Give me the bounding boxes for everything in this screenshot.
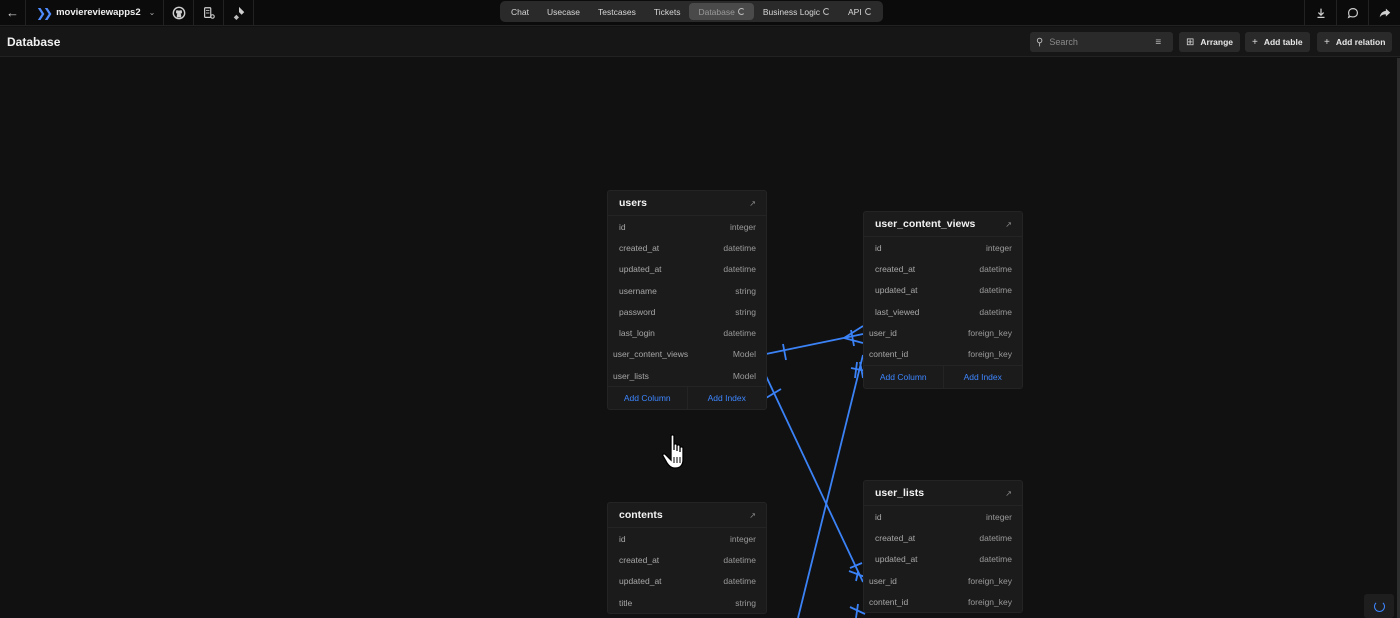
table-row[interactable]: user_lists Model bbox=[608, 365, 766, 386]
table-name: user_lists bbox=[875, 487, 925, 499]
external-link-icon[interactable]: ↗ bbox=[749, 199, 756, 208]
github-icon[interactable] bbox=[164, 0, 195, 26]
spinner-icon bbox=[1373, 600, 1385, 612]
jira-icon[interactable] bbox=[224, 0, 255, 26]
chevron-down-icon: ⌄ bbox=[148, 8, 156, 17]
database-header: Database ⚲ ≡ ⊞ Arrange + Add table + Add… bbox=[0, 27, 1400, 57]
table-row[interactable]: content_id foreign_key bbox=[864, 591, 1022, 612]
tab-chat[interactable]: Chat bbox=[502, 3, 538, 20]
loading-spinner-icon bbox=[864, 8, 872, 15]
table-row[interactable]: last_login datetime bbox=[608, 322, 766, 343]
brand-logo-icon: ❯❯ bbox=[36, 5, 53, 20]
tab-testcases[interactable]: Testcases bbox=[589, 3, 645, 20]
table-row[interactable]: created_at datetime bbox=[864, 527, 1022, 548]
tab-api[interactable]: API bbox=[839, 3, 881, 20]
plus-icon: + bbox=[1324, 36, 1330, 48]
table-row[interactable]: id integer bbox=[608, 216, 766, 237]
table-row[interactable]: id integer bbox=[864, 506, 1022, 527]
table-contents[interactable]: contents ↗ id integer created_at datetime … bbox=[607, 502, 767, 615]
table-name: users bbox=[619, 197, 648, 209]
table-user-lists[interactable]: user_lists ↗ id integer created_at datetim… bbox=[863, 480, 1023, 614]
database-settings-icon[interactable] bbox=[194, 0, 225, 26]
table-row[interactable]: id integer bbox=[608, 528, 766, 549]
add-relation-button[interactable]: + Add relation bbox=[1317, 32, 1393, 52]
table-row[interactable]: created_at datetime bbox=[864, 258, 1022, 279]
table-users[interactable]: users ↗ id integer created_at datetime upd… bbox=[607, 190, 767, 411]
table-footer: Add Column Add Index bbox=[608, 386, 767, 410]
table-name: contents bbox=[619, 509, 663, 521]
add-column-button[interactable]: Add Column bbox=[608, 387, 687, 409]
table-row[interactable]: created_at datetime bbox=[608, 237, 766, 258]
external-link-icon[interactable]: ↗ bbox=[1005, 220, 1012, 229]
top-bar-actions bbox=[1304, 0, 1400, 26]
project-name: moviereviewapps2 bbox=[56, 7, 141, 18]
table-user-content-views[interactable]: user_content_views ↗ id integer created_a… bbox=[863, 211, 1023, 389]
grid-icon: ⊞ bbox=[1186, 36, 1195, 48]
table-row[interactable]: id integer bbox=[864, 237, 1022, 258]
table-row[interactable]: created_at datetime bbox=[608, 549, 766, 570]
table-header[interactable]: user_content_views ↗ bbox=[864, 212, 1022, 237]
tab-business-logic[interactable]: Business Logic bbox=[754, 3, 839, 20]
table-name: user_content_views bbox=[875, 218, 976, 230]
table-footer: Add Column Add Index bbox=[864, 364, 1023, 388]
add-column-button[interactable]: Add Column bbox=[864, 366, 943, 388]
loading-spinner-icon bbox=[737, 8, 745, 15]
tab-database[interactable]: Database bbox=[689, 3, 754, 20]
loading-spinner-icon bbox=[823, 8, 831, 15]
table-row[interactable]: updated_at datetime bbox=[608, 259, 766, 280]
download-icon[interactable] bbox=[1304, 0, 1336, 26]
arrange-button[interactable]: ⊞ Arrange bbox=[1179, 32, 1240, 52]
main-tabs: Chat Usecase Testcases Tickets Database … bbox=[500, 1, 883, 22]
page-title: Database bbox=[7, 35, 61, 49]
back-arrow-icon[interactable]: ← bbox=[0, 0, 26, 26]
share-icon[interactable] bbox=[1368, 0, 1400, 26]
tab-tickets[interactable]: Tickets bbox=[645, 3, 690, 20]
assistant-button[interactable] bbox=[1364, 594, 1394, 618]
tab-usecase[interactable]: Usecase bbox=[538, 3, 589, 20]
table-row[interactable]: password string bbox=[608, 301, 766, 322]
table-row[interactable]: updated_at datetime bbox=[864, 549, 1022, 570]
external-link-icon[interactable]: ↗ bbox=[749, 511, 756, 520]
table-row[interactable]: username string bbox=[608, 280, 766, 301]
table-header[interactable]: user_lists ↗ bbox=[864, 481, 1022, 506]
table-row[interactable]: title string bbox=[608, 592, 766, 613]
table-header[interactable]: users ↗ bbox=[608, 191, 766, 216]
project-switcher[interactable]: ❯❯ moviereviewapps2 ⌄ bbox=[26, 0, 165, 26]
add-index-button[interactable]: Add Index bbox=[942, 365, 1023, 388]
table-row[interactable]: user_id foreign_key bbox=[864, 322, 1022, 343]
plus-icon: + bbox=[1252, 36, 1258, 48]
filter-icon[interactable]: ≡ bbox=[1155, 37, 1161, 48]
search-input[interactable] bbox=[1049, 37, 1150, 47]
table-row[interactable]: last_viewed datetime bbox=[864, 301, 1022, 322]
add-table-button[interactable]: + Add table bbox=[1245, 32, 1310, 52]
hand-cursor-icon bbox=[662, 434, 684, 469]
table-header[interactable]: contents ↗ bbox=[608, 503, 766, 528]
chat-bubble-icon[interactable] bbox=[1336, 0, 1368, 26]
top-bar: ← ❯❯ moviereviewapps2 ⌄ Chat Usecase Tes… bbox=[0, 0, 1400, 26]
external-link-icon[interactable]: ↗ bbox=[1005, 489, 1012, 498]
table-row[interactable]: user_content_views Model bbox=[608, 344, 766, 365]
search-box: ⚲ ≡ bbox=[1030, 32, 1173, 52]
add-index-button[interactable]: Add Index bbox=[686, 387, 767, 410]
table-row[interactable]: updated_at datetime bbox=[864, 280, 1022, 301]
table-row[interactable]: content_id foreign_key bbox=[864, 343, 1022, 364]
search-icon: ⚲ bbox=[1036, 36, 1044, 48]
table-row[interactable]: user_id foreign_key bbox=[864, 570, 1022, 591]
table-row[interactable]: updated_at datetime bbox=[608, 571, 766, 592]
